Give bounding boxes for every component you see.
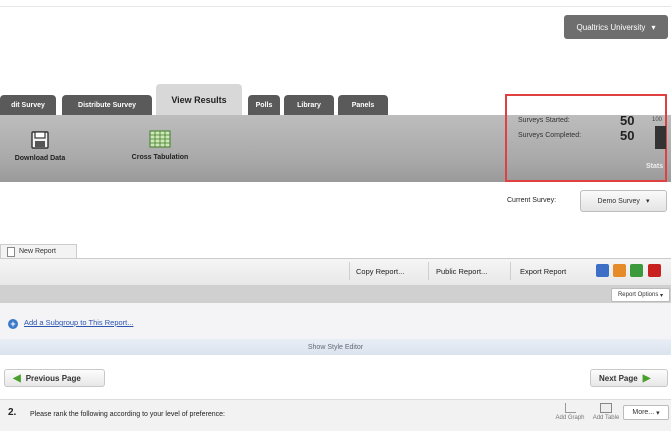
divider	[510, 262, 511, 280]
report-toolbar	[0, 258, 671, 286]
chevron-down-icon: ▾	[651, 22, 656, 32]
download-data-label: Download Data	[14, 155, 66, 162]
tab-panels[interactable]: Panels	[338, 95, 388, 115]
surveys-completed-label: Surveys Completed:	[518, 132, 582, 139]
surveys-completed-value: 50	[620, 128, 635, 143]
question-text: Please rank the following according to y…	[30, 411, 225, 418]
public-report-button[interactable]: Public Report...	[436, 264, 487, 278]
powerpoint-export-icon[interactable]	[613, 264, 626, 277]
show-style-editor-label: Show Style Editor	[307, 343, 364, 351]
download-data-button[interactable]: Download Data	[4, 130, 76, 162]
tab-view-results[interactable]: View Results	[156, 84, 242, 115]
cross-tabulation-label: Cross Tabulation	[131, 154, 189, 161]
excel-export-icon[interactable]	[630, 264, 643, 277]
plus-circle-icon[interactable]: +	[8, 319, 18, 329]
more-label: More...	[632, 409, 655, 416]
response-bar	[655, 126, 666, 149]
report-options-dropdown[interactable]: Report Options ▾	[611, 288, 670, 302]
stats-link[interactable]: Stats	[646, 163, 663, 170]
next-page-button[interactable]: Next Page ▶	[590, 369, 668, 387]
arrow-right-icon: ▶	[642, 372, 651, 384]
add-graph-label: Add Graph	[555, 415, 585, 421]
tab-new-report[interactable]: New Report	[0, 244, 77, 258]
divider	[349, 262, 350, 280]
document-icon	[7, 246, 15, 257]
floppy-disk-icon	[31, 131, 49, 149]
tab-label: Distribute Survey	[78, 101, 136, 109]
tab-polls[interactable]: Polls	[248, 95, 280, 115]
add-subgroup-link[interactable]: Add a Subgroup to This Report...	[24, 318, 134, 327]
account-dropdown[interactable]: Qualtrics University ▾	[564, 15, 668, 39]
divider	[428, 262, 429, 280]
cross-tabulation-button[interactable]: Cross Tabulation	[114, 130, 206, 161]
response-bar-max-label: 100	[652, 117, 663, 123]
previous-page-label: Previous Page	[25, 373, 81, 383]
tab-distribute-survey[interactable]: Distribute Survey	[62, 95, 152, 115]
tab-library[interactable]: Library	[284, 95, 334, 115]
tab-label: dit Survey	[11, 101, 45, 109]
table-icon	[600, 403, 612, 413]
tab-label: Panels	[351, 101, 375, 109]
tab-label: Library	[297, 101, 321, 109]
add-table-button[interactable]: Add Table	[590, 403, 622, 421]
tab-new-report-label: New Report	[19, 248, 56, 255]
report-options-bar	[0, 285, 671, 303]
top-divider	[0, 6, 671, 7]
table-grid-icon	[149, 130, 171, 148]
current-survey-dropdown[interactable]: Demo Survey ▾	[580, 190, 667, 212]
chevron-down-icon: ▾	[645, 198, 650, 205]
next-page-label: Next Page	[599, 373, 638, 383]
current-survey-label: Current Survey:	[507, 197, 557, 204]
add-graph-button[interactable]: Add Graph	[553, 403, 587, 421]
surveys-started-value: 50	[620, 113, 635, 128]
export-report-button[interactable]: Export Report	[520, 264, 566, 278]
tab-label: View Results	[171, 94, 227, 105]
question-number: 2.	[8, 407, 17, 418]
graph-icon	[564, 403, 576, 413]
copy-report-button[interactable]: Copy Report...	[356, 264, 404, 278]
word-export-icon[interactable]	[596, 264, 609, 277]
account-label: Qualtrics University	[576, 22, 646, 32]
show-style-editor-bar[interactable]: Show Style Editor	[0, 339, 671, 355]
tab-edit-survey[interactable]: dit Survey	[0, 95, 56, 115]
current-survey-value: Demo Survey	[597, 197, 640, 205]
arrow-left-icon: ◀	[13, 372, 21, 384]
more-dropdown[interactable]: More... ▾	[623, 405, 669, 420]
tab-label: Polls	[255, 101, 273, 109]
surveys-started-label: Surveys Started:	[518, 117, 570, 124]
add-table-label: Add Table	[592, 415, 620, 421]
pdf-export-icon[interactable]	[648, 264, 661, 277]
previous-page-button[interactable]: ◀ Previous Page	[4, 369, 105, 387]
report-options-label: Report Options	[617, 292, 659, 298]
